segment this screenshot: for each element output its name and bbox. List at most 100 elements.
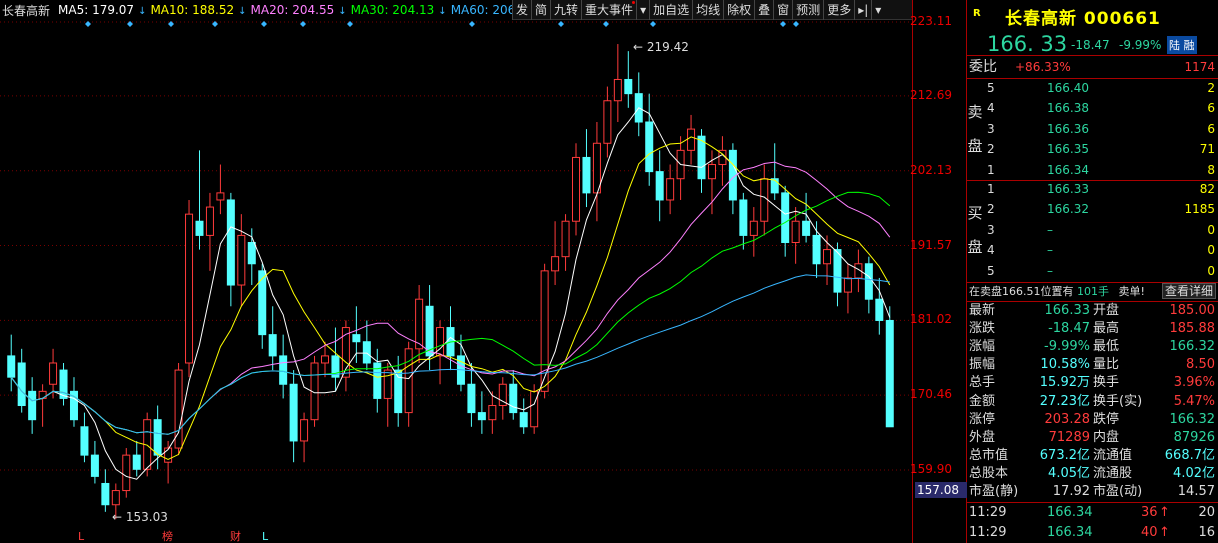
candle-body: [226, 199, 235, 286]
candle-body: [875, 298, 884, 321]
ma-title: 长春高新: [2, 3, 51, 18]
stat-value: 14.57: [1177, 484, 1215, 499]
toolbar-button[interactable]: 叠: [754, 0, 773, 20]
stat-label: 总股本: [969, 465, 1009, 481]
toolbar-button[interactable]: ▸|: [854, 0, 871, 20]
orderbook-row[interactable]: 4 – 0: [967, 241, 1218, 260]
event-marker: 财: [230, 529, 241, 543]
ma-legend-item: MA5: 179.07: [58, 3, 135, 17]
queue-row: 在卖盘166.51位置有 101手 卖单!: [969, 283, 1145, 301]
candle-body: [488, 405, 497, 421]
price-tick-label: 212.69: [910, 87, 952, 102]
level: 5: [987, 263, 995, 278]
order-price: –: [1047, 263, 1053, 278]
orderbook-row[interactable]: 4 166.38 6: [967, 99, 1218, 118]
toolbar-button[interactable]: ▾: [636, 0, 649, 20]
toolbar-button[interactable]: 除权: [723, 0, 754, 20]
order-price: 166.33: [1047, 182, 1089, 196]
candle-body: [237, 234, 246, 286]
event-marker: 榜: [162, 529, 173, 543]
kline-chart[interactable]: ← 219.42 ← 153.03 L 榜 财 L: [0, 20, 912, 543]
candle-body: [666, 178, 675, 201]
level: 3: [987, 121, 995, 136]
toolbar-button[interactable]: 加自选: [649, 0, 692, 20]
tick-price: 166.34: [1047, 505, 1093, 520]
orderbook-row[interactable]: 2 166.32 1185: [967, 200, 1218, 219]
candle-body: [195, 220, 204, 236]
toolbar-button[interactable]: 窗: [773, 0, 792, 20]
up-arrow-icon: ↑: [1159, 505, 1170, 520]
toolbar-button[interactable]: 九转: [550, 0, 581, 20]
tick-row: 11:29 166.34 40 ↑ 16: [967, 523, 1218, 543]
event-diamond-icon: [793, 21, 799, 27]
up-arrow-icon: ↑: [1159, 525, 1170, 540]
candle-body: [300, 419, 309, 442]
level: 4: [987, 101, 995, 116]
candle-body: [153, 419, 162, 456]
orderbook-row[interactable]: 3 – 0: [967, 221, 1218, 240]
stat-value: 8.50: [1186, 357, 1215, 373]
candle-body: [111, 490, 120, 506]
stat-label: 最新: [969, 303, 996, 318]
toolbar-button[interactable]: 预测: [792, 0, 823, 20]
view-detail-button[interactable]: 查看详细: [1161, 283, 1216, 299]
candle-body: [603, 100, 612, 144]
queue-text: 在卖盘166.51位置有: [969, 285, 1074, 298]
candle-body: [770, 178, 779, 194]
toolbar-button[interactable]: 简: [531, 0, 550, 20]
candle-body: [760, 178, 769, 222]
candle-body: [467, 383, 476, 414]
order-price: 166.35: [1047, 142, 1089, 157]
weibi-val: 1174: [1184, 60, 1215, 74]
ma-legend-item: MA20: 204.55: [250, 3, 335, 17]
ma-line: [10, 161, 891, 435]
candle-body: [90, 454, 99, 477]
candle-body: [7, 355, 16, 378]
event-diamond-icon: [650, 21, 656, 27]
tick-count: 20: [1198, 505, 1215, 520]
order-price: 166.32: [1047, 202, 1089, 217]
toolbar-button[interactable]: 发: [512, 0, 531, 20]
market-tag[interactable]: 陆 融: [1167, 36, 1197, 54]
orderbook-row[interactable]: 1 166.34 8: [967, 161, 1218, 180]
stat-label: 跌停: [1093, 411, 1120, 427]
orderbook-row[interactable]: 5 166.40 2: [967, 79, 1218, 98]
candle-body: [205, 206, 214, 236]
orderbook-row[interactable]: 1 166.33 82: [967, 180, 1218, 199]
stat-value: 27.23亿: [1039, 393, 1090, 409]
orderbook-row[interactable]: 3 166.36 6: [967, 120, 1218, 139]
last-price: 166. 33: [987, 32, 1068, 56]
stat-value: 4.02亿: [1173, 465, 1215, 481]
price-tick-label: 202.13: [910, 162, 952, 177]
ma-legend-item: MA60: 206.8(: [450, 3, 512, 17]
queue-hands: 101手: [1077, 285, 1109, 298]
candle-body: [781, 192, 790, 243]
candle-body: [80, 426, 89, 456]
order-price: 166.38: [1047, 101, 1089, 116]
candle-body: [551, 256, 560, 272]
order-price: –: [1047, 222, 1053, 237]
order-volume: 8: [1207, 162, 1215, 177]
stat-value: 166.32: [1169, 411, 1216, 427]
candle-body: [885, 319, 894, 428]
event-diamond-icon: [469, 21, 475, 27]
orderbook-row[interactable]: 2 166.35 71: [967, 140, 1218, 159]
stat-value: 673.2亿: [1039, 447, 1090, 463]
orderbook-row[interactable]: 5 – 0: [967, 262, 1218, 281]
candle-body: [509, 383, 518, 414]
arrow-down-icon: ↓: [238, 6, 247, 17]
toolbar-button[interactable]: 更多: [823, 0, 854, 20]
order-price: 166.34: [1047, 162, 1089, 177]
candle-body: [697, 135, 706, 180]
stock-title: 长春高新 000661: [1005, 9, 1161, 29]
candle-body: [38, 390, 47, 399]
candle-body: [352, 334, 361, 343]
toolbar-button[interactable]: ▾: [871, 0, 884, 20]
stat-value: 5.47%: [1173, 393, 1215, 409]
toolbar-button[interactable]: 重大事件: [581, 0, 636, 20]
ma-line: [10, 107, 891, 480]
event-diamond-icon: [261, 21, 267, 27]
toolbar-button[interactable]: 均线: [692, 0, 723, 20]
stat-label: 总手: [969, 375, 996, 391]
stat-value: 4.05亿: [1048, 465, 1090, 481]
